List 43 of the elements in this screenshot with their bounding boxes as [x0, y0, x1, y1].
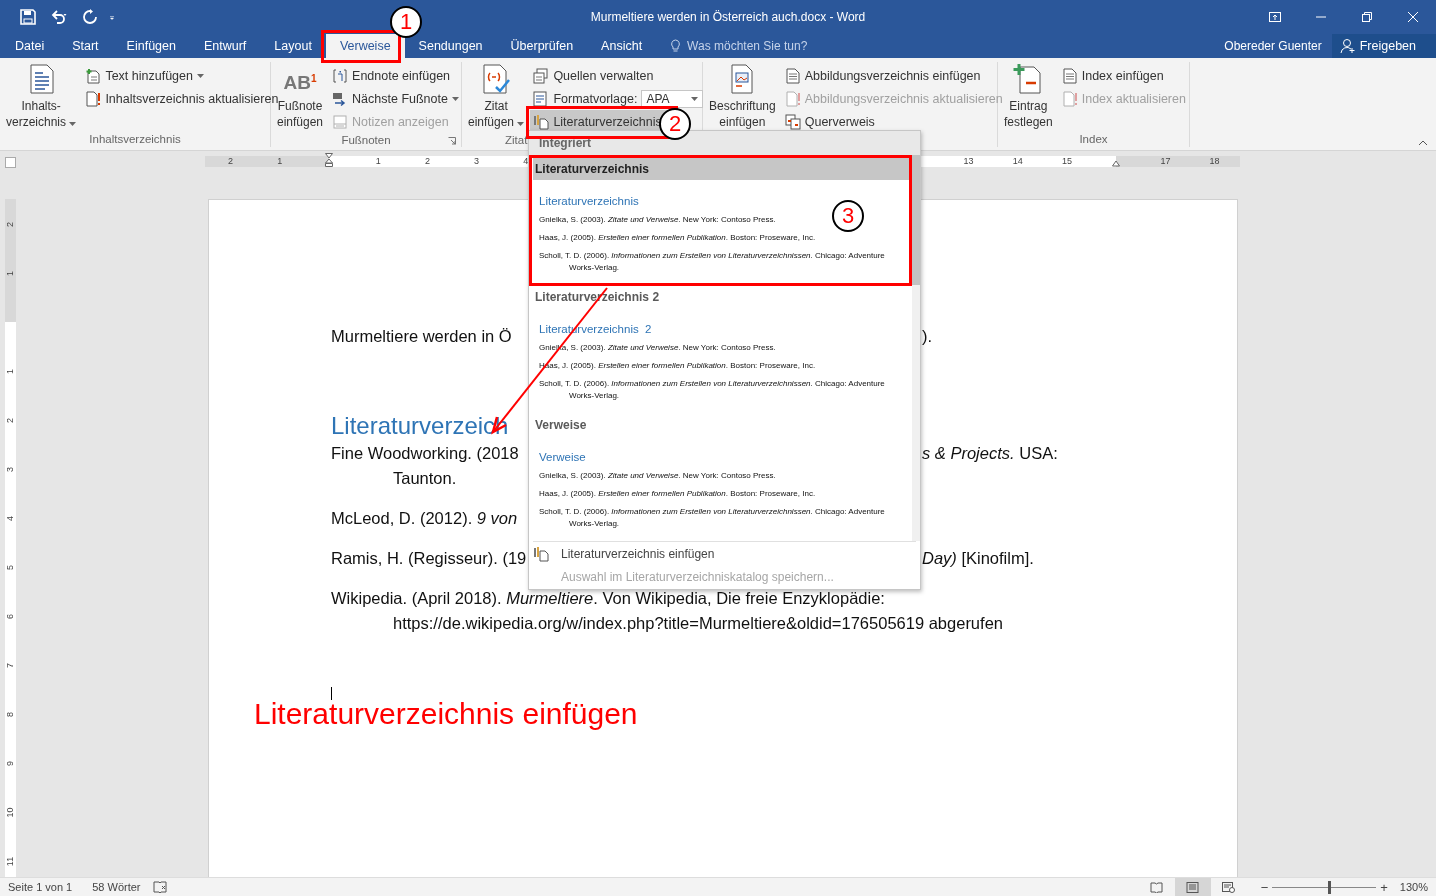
ruler-number: 7 — [4, 662, 16, 670]
document-text: Wikipedia. (April 2018). Murmeltiere. Von Wikipedia, Die freie Enzyklopädie: — [331, 588, 885, 609]
document-text: https://de.wikipedia.org/w/index.php?title=Murmeltiere&oldid=176505619 abgerufen — [393, 613, 1003, 634]
style-label: Formatvorlage: — [553, 91, 638, 106]
ruler-number: 3 — [473, 156, 481, 167]
ruler-number: 1 — [4, 270, 16, 278]
annotation-text: Literaturverzeichnis einfügen — [254, 697, 639, 731]
ruler-number: 4 — [522, 156, 530, 167]
document-text: ). — [922, 326, 933, 347]
footnote-glyph-icon: AB$^{1}$ — [283, 63, 317, 95]
document-text: Fine Woodworking. (2018 — [331, 443, 519, 464]
ruler-number: 1 — [374, 156, 382, 167]
ruler-number: 4 — [4, 515, 16, 523]
ruler-number: 18 — [1208, 156, 1221, 167]
window-title: Murmeltiere werden in Österreich auch.docx - Word — [590, 10, 866, 24]
ruler-number: 15 — [1061, 156, 1073, 167]
ruler-number: 2 — [227, 156, 235, 167]
group-label: Inhaltsverzeichnis — [89, 133, 181, 145]
ruler-number: 5 — [4, 564, 16, 572]
ruler-number: 2 — [4, 417, 16, 425]
ruler-number: 10 — [4, 806, 16, 820]
ruler-number: 2 — [4, 221, 16, 229]
ruler-number: 11 — [4, 855, 16, 869]
document-text: Ramis, H. (Regisseur). (19 — [331, 548, 527, 569]
ruler-number: 17 — [1159, 156, 1172, 167]
ruler-number: 1 — [276, 156, 284, 167]
ruler-number: 6 — [4, 613, 16, 621]
ruler-number: 2 — [423, 156, 431, 167]
document-text: Murmeltiere werden in Ö — [331, 326, 512, 347]
group-label: Index — [1079, 133, 1108, 145]
section-header: Integriert — [539, 136, 591, 150]
group-label: Fußnoten — [341, 134, 391, 146]
ruler-number: 3 — [4, 466, 16, 474]
ruler-number: 14 — [1011, 156, 1024, 167]
document-text: Day) [Kinofilm]. — [922, 548, 1034, 569]
ruler-number: 13 — [962, 156, 975, 167]
ruler-number: 1 — [4, 368, 16, 376]
document-text: McLeod, D. (2012). 9 von — [331, 508, 518, 529]
group-label: Zitat — [505, 134, 528, 146]
ruler-number: 8 — [4, 711, 16, 719]
document-text: Taunton. — [393, 468, 457, 489]
document-text: s & Projects. USA: — [922, 443, 1058, 464]
ruler-number: 9 — [4, 760, 16, 768]
